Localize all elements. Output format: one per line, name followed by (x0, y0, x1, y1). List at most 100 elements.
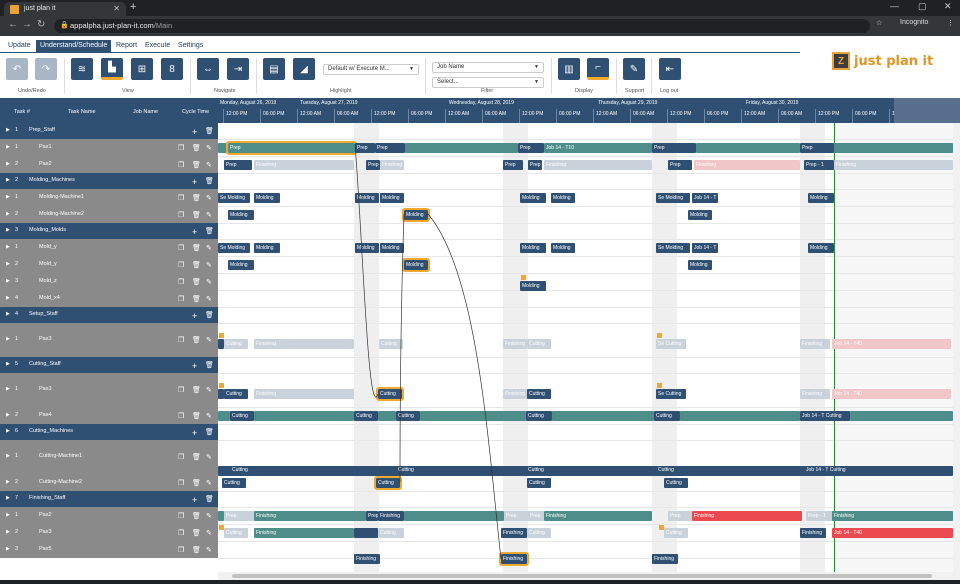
task-bar[interactable]: Cutting (354, 411, 378, 421)
warning-icon[interactable] (219, 333, 224, 338)
resource-group-row[interactable]: ▶ 2 Molding_Machines + 🗑 (0, 173, 218, 189)
task-bar[interactable]: Finishing (800, 389, 830, 399)
task-bar[interactable]: Cutting (664, 528, 688, 538)
task-bar[interactable]: Cutting (222, 478, 246, 488)
col-cycle-time[interactable]: Cycle Time (182, 109, 209, 115)
task-bar[interactable]: Molding (688, 210, 712, 220)
task-bar[interactable]: Molding (402, 208, 430, 222)
task-bar[interactable]: Finishing (503, 339, 527, 349)
minimize-icon[interactable]: — (890, 1, 899, 11)
resource-group-row[interactable]: ▶ 5 Cutting_Staff + 🗑 (0, 357, 218, 373)
support-button[interactable]: ✎ (623, 58, 645, 80)
task-bar[interactable]: Cutting (374, 476, 402, 490)
task-bar[interactable]: Finishing (694, 160, 800, 170)
copy-icon[interactable]: ❐ (178, 144, 184, 152)
trash-icon[interactable]: 🗑 (205, 495, 214, 503)
copy-icon[interactable]: ❐ (178, 211, 184, 219)
task-bar[interactable] (696, 143, 800, 153)
expand-arrow-icon[interactable]: ▶ (6, 546, 10, 552)
undo-button[interactable]: ↶ (6, 58, 28, 80)
edit-icon[interactable]: ✎ (206, 336, 212, 344)
task-bar[interactable] (378, 411, 396, 421)
task-bar[interactable]: Cutting (379, 339, 403, 349)
edit-icon[interactable]: ✎ (206, 295, 212, 303)
expand-arrow-icon[interactable]: ▶ (6, 295, 10, 301)
task-bar[interactable] (218, 411, 230, 421)
add-icon[interactable]: + (192, 227, 197, 237)
copy-icon[interactable]: ❐ (178, 512, 184, 520)
task-bar[interactable]: Molding (228, 210, 254, 220)
task-bar[interactable]: Prep (800, 143, 834, 153)
copy-icon[interactable]: ❐ (178, 278, 184, 286)
browser-tab[interactable]: just plan it ✕ (4, 2, 126, 16)
expand-arrow-icon[interactable]: ▶ (6, 336, 10, 342)
copy-icon[interactable]: ❐ (178, 479, 184, 487)
task-bar[interactable]: Job 14 - T (692, 243, 718, 253)
warning-icon[interactable] (521, 275, 526, 280)
task-bar[interactable]: Finishing (499, 552, 529, 566)
task-bar[interactable]: Molding (355, 243, 379, 253)
expand-arrow-icon[interactable]: ▶ (6, 495, 10, 501)
trash-icon[interactable]: 🗑 (205, 361, 214, 369)
copy-icon[interactable]: ❐ (178, 336, 184, 344)
task-bar[interactable]: Cutting (527, 478, 551, 488)
copy-icon[interactable]: ❐ (178, 546, 184, 554)
edit-icon[interactable]: ✎ (206, 144, 212, 152)
task-bar[interactable]: Finishing (692, 511, 802, 521)
task-bar[interactable]: Prep (375, 143, 405, 153)
job-view-button[interactable]: ⊞ (131, 58, 153, 80)
expand-arrow-icon[interactable]: ▶ (6, 311, 10, 317)
expand-arrow-icon[interactable]: ▶ (6, 361, 10, 367)
resource-row[interactable]: ▶ 1 Pax2 ❐ 🗑 ✎ (0, 507, 218, 524)
task-bar[interactable]: Cutting (396, 411, 420, 421)
resource-row[interactable]: ▶ 1 Pax3 ❐ 🗑 ✎ (0, 373, 218, 407)
expand-arrow-icon[interactable]: ▶ (6, 386, 10, 392)
task-bar[interactable]: Finishing (354, 554, 380, 564)
trash-icon[interactable]: 🗑 (192, 453, 201, 461)
expand-arrow-icon[interactable]: ▶ (6, 244, 10, 250)
expand-arrow-icon[interactable]: ▶ (6, 428, 10, 434)
filter-value-select[interactable]: Select... ▼ (432, 77, 544, 88)
task-bar[interactable]: Finishing (544, 511, 652, 521)
edit-icon[interactable]: ✎ (206, 512, 212, 520)
task-bar[interactable] (405, 143, 518, 153)
task-bar[interactable]: Finishing (254, 339, 354, 349)
task-bar[interactable] (680, 411, 800, 421)
task-bar[interactable]: Molding (228, 260, 254, 270)
add-icon[interactable]: + (192, 177, 197, 187)
resource-row[interactable]: ▶ 1 Cutting-Machine1 ❐ 🗑 ✎ (0, 440, 218, 474)
add-icon[interactable]: + (192, 127, 197, 137)
resource-row[interactable]: ▶ 2 Molding-Machine2 ❐ 🗑 ✎ (0, 206, 218, 223)
add-icon[interactable]: + (192, 495, 197, 505)
address-bar[interactable]: 🔒 appalpha.just-plan-it.com/Main (54, 19, 870, 33)
trash-icon[interactable]: 🗑 (192, 278, 201, 286)
expand-arrow-icon[interactable]: ▶ (6, 453, 10, 459)
col-job-name[interactable]: Job Name (133, 109, 158, 115)
task-bar[interactable]: Cutting (527, 339, 551, 349)
expand-arrow-icon[interactable]: ▶ (6, 412, 10, 418)
edit-icon[interactable]: ✎ (206, 453, 212, 461)
close-tab-icon[interactable]: ✕ (113, 2, 120, 16)
resource-row[interactable]: ▶ 4 Mold_x4 ❐ 🗑 ✎ (0, 290, 218, 307)
resource-row[interactable]: ▶ 2 Pax4 ❐ 🗑 ✎ (0, 407, 218, 424)
resource-group-row[interactable]: ▶ 3 Molding_Molds + 🗑 (0, 223, 218, 239)
task-bar[interactable]: Prep (528, 160, 542, 170)
expand-arrow-icon[interactable]: ▶ (6, 127, 10, 133)
add-icon[interactable]: + (192, 311, 197, 321)
task-bar[interactable]: Prep - 1 (804, 160, 834, 170)
trash-icon[interactable]: 🗑 (192, 295, 201, 303)
scroll-thumb[interactable] (232, 574, 932, 578)
task-bar[interactable]: Molding (254, 243, 280, 253)
maximize-icon[interactable]: ▢ (918, 1, 927, 12)
resource-row[interactable]: ▶ 2 Pax3 ❐ 🗑 ✎ (0, 524, 218, 541)
trash-icon[interactable]: 🗑 (192, 211, 201, 219)
task-bar[interactable]: Finishing (800, 339, 830, 349)
copy-icon[interactable]: ❐ (178, 529, 184, 537)
trash-icon[interactable]: 🗑 (192, 412, 201, 420)
task-bar[interactable]: Molding (808, 243, 834, 253)
task-bar[interactable]: Se Cutting (656, 339, 686, 349)
trash-icon[interactable]: 🗑 (205, 177, 214, 185)
task-bar[interactable]: Job 14 - T40 (832, 339, 951, 349)
highlight-select[interactable]: Default w/ Execute M... ▼ (323, 64, 419, 75)
edit-icon[interactable]: ✎ (206, 278, 212, 286)
